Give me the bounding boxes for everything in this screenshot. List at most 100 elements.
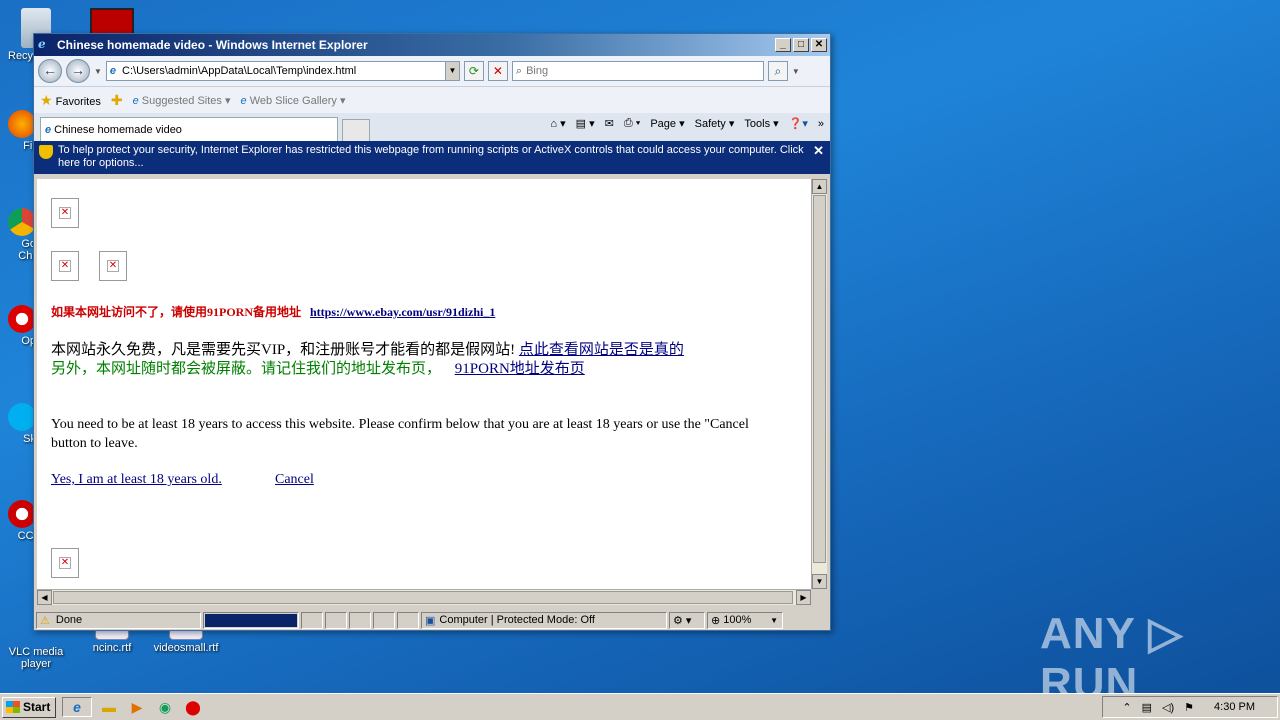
vertical-scrollbar[interactable]: ▲ ▼ <box>811 179 827 589</box>
start-button[interactable]: Start <box>2 696 56 718</box>
horizontal-scrollbar[interactable]: ◀ ▶ <box>37 589 811 605</box>
desktop-icon-chrome[interactable]: Go Chr <box>0 208 36 262</box>
start-label: Start <box>23 700 51 714</box>
tab-active[interactable]: e Chinese homemade video <box>40 117 338 141</box>
computer-icon: ▣ <box>425 614 436 627</box>
horizontal-scroll-thumb[interactable] <box>53 591 793 604</box>
tray-expand-icon[interactable]: ⌃ <box>1122 701 1131 714</box>
forward-button[interactable]: → <box>66 59 90 83</box>
status-empty-cell <box>373 611 395 629</box>
block-notice-text: 另外，本网址随时都会被屏蔽。请记住我们的地址发布页， <box>51 361 442 377</box>
address-input[interactable]: e C:\Users\admin\AppData\Local\Temp\inde… <box>105 61 460 81</box>
safety-menu-label: Safety <box>694 118 726 130</box>
search-input[interactable]: ⌕ Bing <box>511 61 764 81</box>
desktop-icon-videosmall[interactable]: videosmall.rtf <box>150 628 222 654</box>
desktop-icon-vlc[interactable]: VLC media player <box>0 628 72 670</box>
scroll-up-icon[interactable]: ▲ <box>812 179 827 194</box>
tools-menu[interactable]: Tools ▾ <box>744 117 778 130</box>
desktop-icon-firefox[interactable]: Fir <box>0 110 36 152</box>
confirm-age-link[interactable]: Yes, I am at least 18 years old. <box>51 472 222 488</box>
minimize-button[interactable]: _ <box>775 38 791 52</box>
check-site-link[interactable]: 点此查看网站是否是真的 <box>519 342 684 358</box>
address-toolbar: ← → ▼ e C:\Users\admin\AppData\Local\Tem… <box>34 56 830 86</box>
clock[interactable]: 4:30 PM <box>1214 701 1255 713</box>
taskbar-stop-icon[interactable]: ⬤ <box>182 697 204 717</box>
progress-bar <box>203 611 299 629</box>
web-slice-gallery-link[interactable]: e Web Slice Gallery ▾ <box>241 94 346 107</box>
cancel-link[interactable]: Cancel <box>275 472 314 488</box>
vertical-scroll-thumb[interactable] <box>813 195 826 563</box>
search-placeholder: Bing <box>526 65 549 77</box>
taskbar-explorer-icon[interactable]: ▬ <box>98 697 120 717</box>
add-favorite-icon[interactable]: ✚ <box>111 92 123 109</box>
suggested-sites-link[interactable]: e Suggested Sites ▾ <box>133 94 231 107</box>
help-icon[interactable]: ❓▾ <box>789 117 808 130</box>
page-menu-label: Page <box>650 118 677 130</box>
taskbar-media-player-icon[interactable]: ▶ <box>126 697 148 717</box>
page-menu[interactable]: Page ▾ <box>650 117 684 130</box>
taskbar-ie-button[interactable]: e <box>62 697 92 717</box>
chevron-more-icon[interactable]: » <box>818 118 824 130</box>
scroll-down-icon[interactable]: ▼ <box>812 574 827 589</box>
address-dropdown-icon[interactable]: ▼ <box>444 62 459 80</box>
zoom-cell[interactable]: ⊕ 100% ▼ <box>707 611 783 629</box>
desktop-icon-label: Sk <box>23 433 36 445</box>
volume-icon[interactable]: ◁) <box>1162 701 1174 714</box>
desktop-icon-label: VLC media player <box>8 646 64 670</box>
window-title: Chinese homemade video - Windows Interne… <box>57 38 368 52</box>
desktop-icon-label: videosmall.rtf <box>153 642 219 654</box>
zoom-icon: ⊕ <box>711 614 721 627</box>
broken-image-icon: ✕ <box>59 260 71 272</box>
desktop-icon-skype[interactable]: Sk <box>0 403 36 445</box>
favorites-label: Favorites <box>55 95 101 108</box>
desktop-icon-ncinc[interactable]: ncinc.rtf <box>76 628 148 654</box>
command-bar: ⌂ ▾ ▤ ▾ ✉ ⎙ ▾ Page ▾ Safety ▾ Tools ▾ ❓▾… <box>550 117 824 130</box>
refresh-button[interactable]: ⟳ <box>463 61 484 81</box>
desktop-icon-opera[interactable]: Op <box>0 305 36 347</box>
window-titlebar[interactable]: e Chinese homemade video - Windows Inter… <box>34 34 830 56</box>
broken-image: ✕ <box>51 548 79 578</box>
back-button[interactable]: ← <box>38 59 62 83</box>
security-infobar[interactable]: To help protect your security, Internet … <box>34 141 830 174</box>
protected-mode-cell[interactable]: ⚙ ▾ <box>669 611 705 629</box>
search-button[interactable]: ⌕ <box>767 61 788 81</box>
close-window-button[interactable]: ✕ <box>811 38 827 52</box>
infobar-text: To help protect your security, Internet … <box>58 144 804 169</box>
stop-button[interactable]: ✕ <box>487 61 508 81</box>
backup-link[interactable]: https://www.ebay.com/usr/91dizhi_1 <box>310 305 495 319</box>
mail-icon[interactable]: ✉ <box>605 117 614 130</box>
network-icon[interactable]: ▤ <box>1142 701 1152 714</box>
progress-fill <box>205 613 297 627</box>
scroll-right-icon[interactable]: ▶ <box>796 590 811 605</box>
favorites-button[interactable]: ★ Favorites <box>40 92 101 109</box>
pdf-icon[interactable] <box>90 8 134 36</box>
star-icon: ★ <box>40 91 53 108</box>
zone-cell[interactable]: ▣ Computer | Protected Mode: Off <box>421 611 667 629</box>
search-options-icon[interactable]: ▼ <box>792 67 800 76</box>
taskbar: Start e ▬ ▶ ◉ ⬤ ⌃ ▤ ◁) ⚑ 4:30 PM <box>0 693 1280 720</box>
page-icon: e <box>109 65 117 77</box>
flag-icon[interactable]: ⚑ <box>1184 701 1194 714</box>
free-notice-text: 本网站永久免费，凡是需要先买VIP，和注册账号才能看的都是假网站! <box>51 342 516 358</box>
restricted-icon: ⚠ <box>40 614 50 627</box>
desktop-icon-label: Fir <box>23 140 36 152</box>
desktop-icon-label: CCl <box>17 530 36 542</box>
safety-menu[interactable]: Safety ▾ <box>695 117 735 130</box>
broken-image: ✕ <box>51 198 79 228</box>
feeds-icon[interactable]: ▤ ▾ <box>576 117 595 130</box>
nav-dropdown-icon[interactable]: ▼ <box>94 67 102 76</box>
publish-page-link[interactable]: 91PORN地址发布页 <box>455 361 585 377</box>
system-tray: ⌃ ▤ ◁) ⚑ 4:30 PM <box>1102 696 1278 718</box>
chrome-icon <box>8 208 36 236</box>
scroll-left-icon[interactable]: ◀ <box>37 590 52 605</box>
desktop-icon-ccleaner[interactable]: CCl <box>0 500 36 542</box>
home-icon[interactable]: ⌂ ▾ <box>550 117 565 130</box>
page-icon: e <box>45 123 52 136</box>
new-tab-button[interactable] <box>342 119 370 141</box>
infobar-close-icon[interactable]: ✕ <box>813 144 824 157</box>
windows-logo-icon <box>6 701 20 713</box>
print-icon[interactable]: ⎙ ▾ <box>624 117 640 130</box>
desktop-icon-label: ncinc.rtf <box>92 642 132 654</box>
maximize-button[interactable]: □ <box>793 38 809 52</box>
taskbar-chrome-icon[interactable]: ◉ <box>154 697 176 717</box>
